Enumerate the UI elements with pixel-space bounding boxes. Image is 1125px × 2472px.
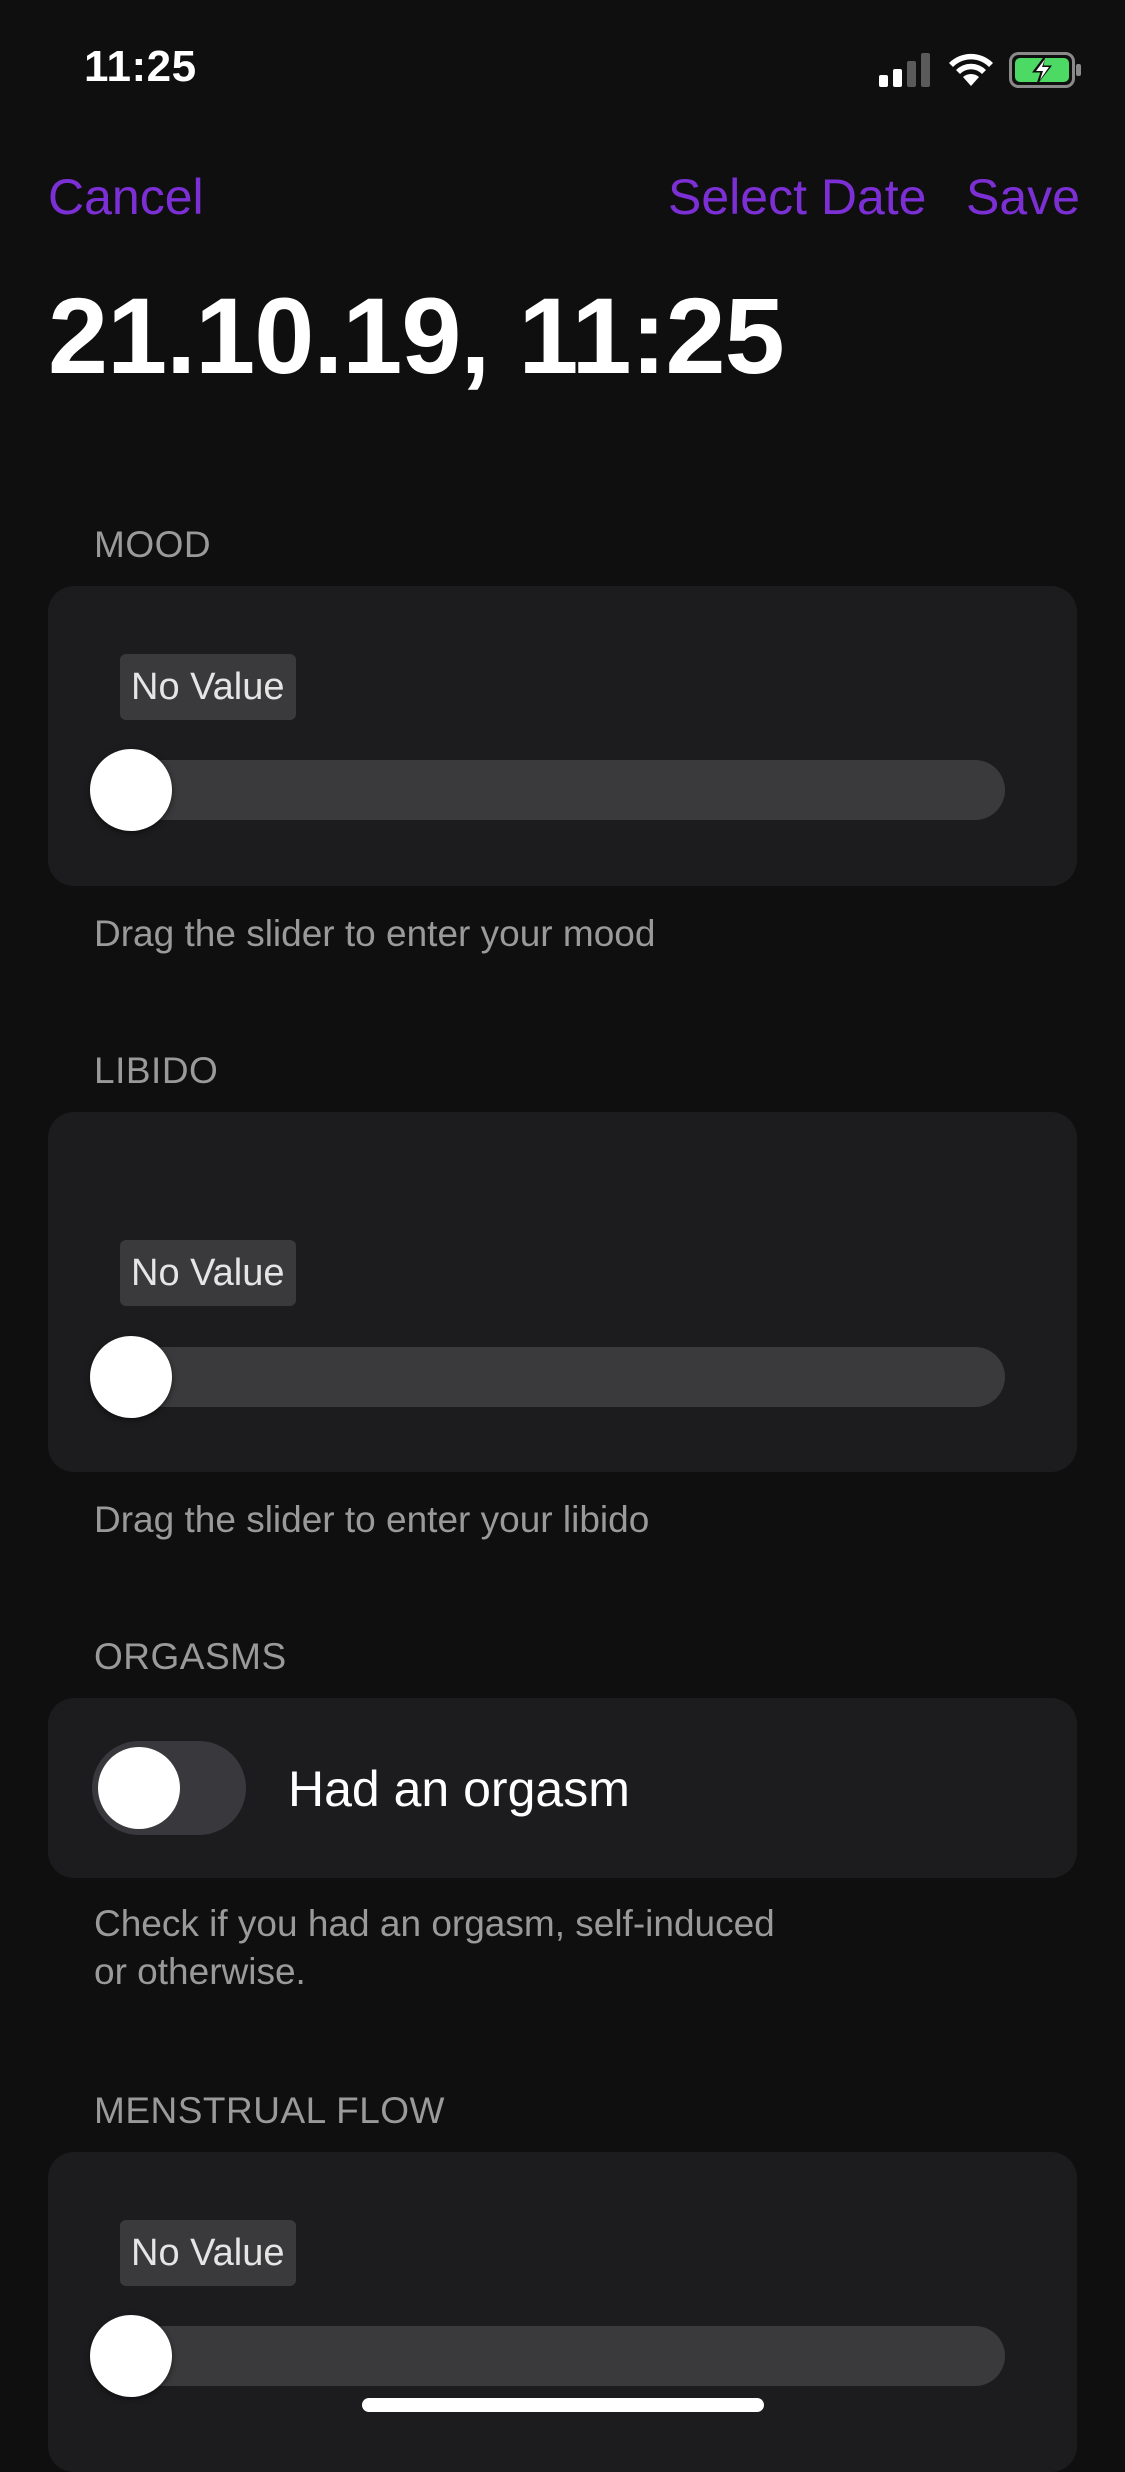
status-time: 11:25	[84, 42, 197, 91]
cellular-signal-icon	[879, 53, 930, 87]
orgasms-section-header: ORGASMS	[94, 1636, 287, 1677]
select-date-button[interactable]: Select Date	[668, 168, 926, 226]
menstrual-flow-slider-thumb[interactable]	[90, 2315, 172, 2397]
save-button[interactable]: Save	[966, 168, 1080, 226]
menstrual-flow-section-header: MENSTRUAL FLOW	[94, 2090, 445, 2131]
menstrual-flow-slider-track[interactable]	[132, 2326, 1005, 2386]
mood-value-badge: No Value	[120, 654, 296, 720]
status-icons	[879, 50, 1083, 90]
libido-section-header: LIBIDO	[94, 1050, 219, 1091]
mood-slider-track[interactable]	[132, 760, 1005, 820]
menstrual-flow-card: No Value	[48, 2152, 1077, 2472]
home-indicator[interactable]	[362, 2398, 764, 2412]
orgasms-footer: Check if you had an orgasm, self-induced…	[94, 1900, 775, 1996]
mood-footer: Drag the slider to enter your mood	[94, 913, 656, 954]
page-title: 21.10.19, 11:25	[48, 275, 785, 396]
orgasms-footer-line2: or otherwise.	[94, 1951, 306, 1992]
libido-slider-track[interactable]	[132, 1347, 1005, 1407]
libido-slider-thumb[interactable]	[90, 1336, 172, 1418]
orgasm-toggle-label: Had an orgasm	[288, 1761, 630, 1817]
menstrual-flow-value-badge: No Value	[120, 2220, 296, 2286]
libido-card: No Value	[48, 1112, 1077, 1472]
mood-section-header: MOOD	[94, 524, 212, 565]
mood-slider-thumb[interactable]	[90, 749, 172, 831]
libido-footer: Drag the slider to enter your libido	[94, 1499, 650, 1540]
cancel-button[interactable]: Cancel	[48, 168, 204, 226]
libido-value-badge: No Value	[120, 1240, 296, 1306]
orgasms-card: Had an orgasm	[48, 1698, 1077, 1878]
battery-charging-icon	[1009, 52, 1081, 88]
orgasm-toggle-knob	[98, 1747, 180, 1829]
mood-card: No Value	[48, 586, 1077, 886]
orgasm-toggle[interactable]	[92, 1741, 246, 1835]
orgasms-footer-line1: Check if you had an orgasm, self-induced	[94, 1903, 775, 1944]
wifi-icon	[949, 53, 993, 86]
